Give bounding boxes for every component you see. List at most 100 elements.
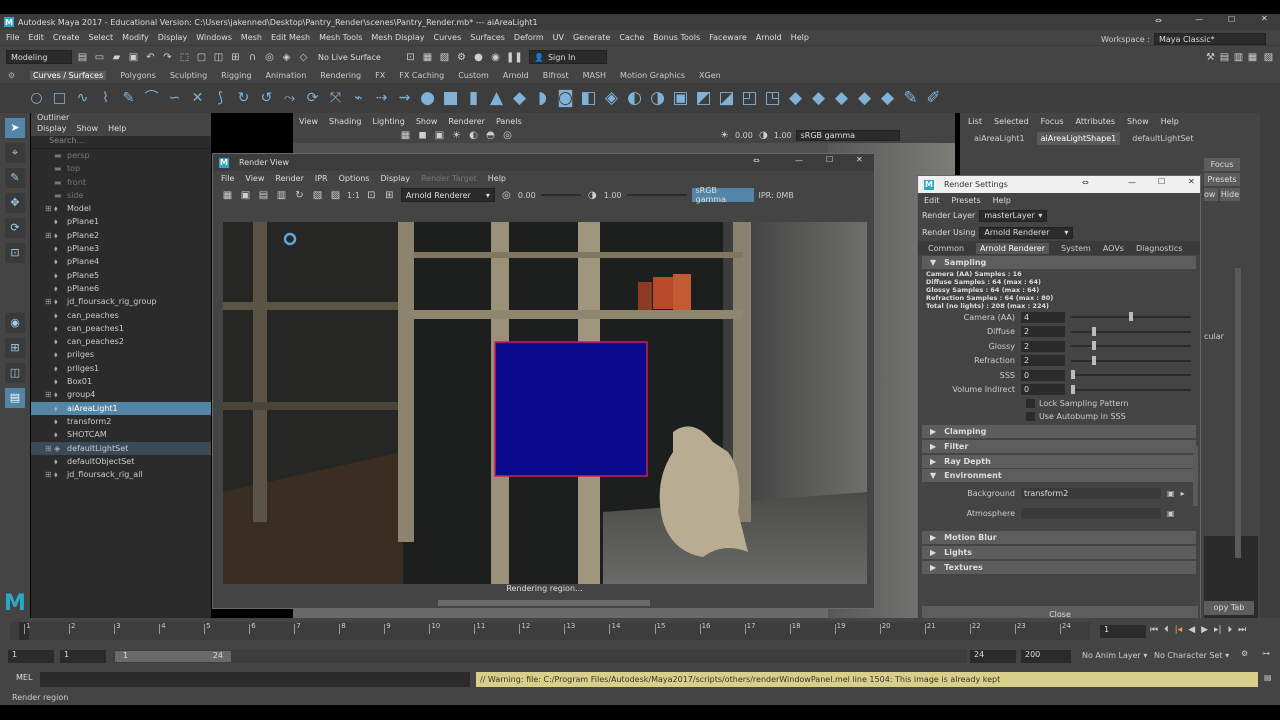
surface-tool-n-icon[interactable]: ◆ <box>879 89 896 107</box>
slider-knob[interactable] <box>1092 326 1096 336</box>
rs-minimize-icon[interactable]: — <box>1128 178 1136 187</box>
rv-menu-display[interactable]: Display <box>380 174 410 183</box>
copy-tab-button[interactable]: opy Tab <box>1204 601 1254 615</box>
ae-menu-help[interactable]: Help <box>1161 117 1179 126</box>
menu-select[interactable]: Select <box>88 33 113 42</box>
modeling-toolkit-icon[interactable]: ⚒ <box>1204 51 1217 64</box>
surface-tool-e-icon[interactable]: ▣ <box>672 89 689 107</box>
outliner-item[interactable]: ⬧ can_peaches <box>31 309 211 322</box>
field-value[interactable]: 2 <box>1021 355 1065 367</box>
panel-toggle-icon[interactable]: ▧ <box>1262 51 1275 64</box>
viewport-menu-show[interactable]: Show <box>416 117 438 126</box>
rv-close-icon[interactable]: ✕ <box>856 155 863 164</box>
select-component-icon[interactable]: ◫ <box>212 51 225 64</box>
nurbs-cylinder-icon[interactable]: ▮ <box>465 89 482 107</box>
surface-tool-i-icon[interactable]: ◳ <box>764 89 781 107</box>
shelf-tab-rendering[interactable]: Rendering <box>320 71 361 80</box>
outliner-item[interactable]: ⬧ defaultObjectSet <box>31 455 211 468</box>
render-frame-icon[interactable]: ▦ <box>421 51 434 64</box>
ae-scrollbar[interactable] <box>1235 268 1241 558</box>
menu-help[interactable]: Help <box>791 33 809 42</box>
shadows-icon[interactable]: ◐ <box>467 129 480 142</box>
surface-tool-c-icon[interactable]: ◐ <box>626 89 643 107</box>
move-tool-icon[interactable]: ✥ <box>5 193 25 213</box>
rs-menu-presets[interactable]: Presets <box>952 196 981 205</box>
viewport-menu-panels[interactable]: Panels <box>496 117 522 126</box>
section-clamping[interactable]: ▶ Clamping <box>922 425 1196 438</box>
range-end-field[interactable]: 24 <box>970 650 1016 663</box>
mode-dropdown[interactable]: Modeling <box>6 50 72 64</box>
time-slider[interactable]: 1 ⏮ ⏴ |◂ ◀ ▶ ▸| ⏵ ⏭ 1 2 3 4 5 6 7 8 9 10 11 12 13 14 1… <box>0 618 1280 645</box>
rs-maximize-icon[interactable]: ☐ <box>1158 177 1165 186</box>
rv-menu-render[interactable]: Render <box>275 174 303 183</box>
surface-tool-d-icon[interactable]: ◑ <box>649 89 666 107</box>
outliner-item[interactable]: ⬧ prilges1 <box>31 362 211 375</box>
snap-view-icon[interactable]: ◈ <box>280 51 293 64</box>
check-use-autobump-in-sss[interactable]: Use Autobump in SSS <box>918 410 1200 423</box>
rs-tab-diagnostics[interactable]: Diagnostics <box>1136 244 1182 253</box>
field-slider[interactable] <box>1071 341 1191 351</box>
snap-surface-icon[interactable]: ◇ <box>297 51 310 64</box>
background-goto-icon[interactable]: ▸ <box>1181 489 1185 498</box>
rs-tab-aovs[interactable]: AOVs <box>1103 244 1124 253</box>
viewport-exposure[interactable]: 0.00 <box>735 131 753 140</box>
field-value[interactable]: 0 <box>1021 384 1065 396</box>
outliner-item[interactable]: ⊞ ⬧ jd_floursack_rig_all <box>31 468 211 481</box>
outliner-item[interactable]: ⬧ SHOTCAM <box>31 428 211 441</box>
menu-mesh[interactable]: Mesh <box>241 33 262 42</box>
menu-arnold[interactable]: Arnold <box>756 33 782 42</box>
shelf-tab-animation[interactable]: Animation <box>265 71 306 80</box>
current-frame-field[interactable]: 1 <box>1100 625 1146 638</box>
shelf-tab-xgen[interactable]: XGen <box>699 71 721 80</box>
outliner-item[interactable]: ▬ side <box>31 189 211 202</box>
redo-render-icon[interactable]: ▦ <box>221 189 234 202</box>
nurbs-circle-icon[interactable]: ○ <box>28 90 45 107</box>
maximize-icon[interactable]: ☐ <box>1228 15 1235 24</box>
ae-menu-list[interactable]: List <box>968 117 982 126</box>
surface-tool-m-icon[interactable]: ◆ <box>856 89 873 107</box>
redo-icon[interactable]: ↷ <box>161 51 174 64</box>
nurbs-cone-icon[interactable]: ▲ <box>488 89 505 107</box>
ae-menu-show[interactable]: Show <box>1127 117 1149 126</box>
attribute-editor-toggle-icon[interactable]: ▤ <box>1218 51 1231 64</box>
keep-image-icon[interactable]: ▧ <box>311 189 324 202</box>
menu-cache[interactable]: Cache <box>619 33 644 42</box>
play-forward-icon[interactable]: ▶ <box>1201 625 1208 635</box>
folder-icon[interactable]: ▤ <box>76 51 89 64</box>
pencil-curve-icon[interactable]: ✎ <box>120 90 137 107</box>
menu-surfaces[interactable]: Surfaces <box>470 33 505 42</box>
resize-icon[interactable]: ⇔ <box>1155 16 1162 25</box>
menu-deform[interactable]: Deform <box>514 33 544 42</box>
step-back-key-icon[interactable]: ⏴ <box>1164 625 1169 635</box>
rs-tab-common[interactable]: Common <box>928 244 964 253</box>
ae-menu-focus[interactable]: Focus <box>1041 117 1064 126</box>
viewport-menu-view[interactable]: View <box>299 117 318 126</box>
shelf-settings-icon[interactable]: ⚙ <box>8 71 15 80</box>
offset-curve-icon[interactable]: ↺ <box>258 90 275 107</box>
exposure-icon[interactable]: ☀ <box>718 129 731 142</box>
rv-resize-icon[interactable]: ⇔ <box>753 156 760 165</box>
bevel-icon[interactable]: ⇝ <box>396 90 413 107</box>
outliner-item[interactable]: ⬧ transform2 <box>31 415 211 428</box>
render-region-icon[interactable]: ▣ <box>239 189 252 202</box>
section-motion-blur[interactable]: ▶ Motion Blur <box>922 531 1196 544</box>
background-map-icon[interactable]: ▣ <box>1167 489 1175 498</box>
rs-tab-arnold-renderer[interactable]: Arnold Renderer <box>976 242 1049 254</box>
render-settings-icon[interactable]: ⚙ <box>455 51 468 64</box>
rv-menu-options[interactable]: Options <box>339 174 370 183</box>
script-editor-icon[interactable]: ▤ <box>1264 673 1272 682</box>
pause-icon[interactable]: ❚❚ <box>506 51 523 64</box>
sampling-section[interactable]: ▼ Sampling <box>922 256 1196 269</box>
checkbox[interactable] <box>1026 399 1035 408</box>
shelf-tab-polygons[interactable]: Polygons <box>120 71 156 80</box>
field-slider[interactable] <box>1071 326 1191 336</box>
rv-maximize-icon[interactable]: ☐ <box>826 155 833 164</box>
rv-exposure[interactable]: 0.00 <box>518 191 536 200</box>
render-image[interactable] <box>223 222 867 584</box>
outliner-item[interactable]: ⊞ ⬧ group4 <box>31 388 211 401</box>
ae-menu-selected[interactable]: Selected <box>994 117 1029 126</box>
field-slider[interactable] <box>1071 312 1191 322</box>
rebuild-curve-icon[interactable]: ↻ <box>235 90 252 107</box>
rv-menu-ipr[interactable]: IPR <box>315 174 328 183</box>
ipr-icon[interactable]: ▥ <box>275 189 288 202</box>
